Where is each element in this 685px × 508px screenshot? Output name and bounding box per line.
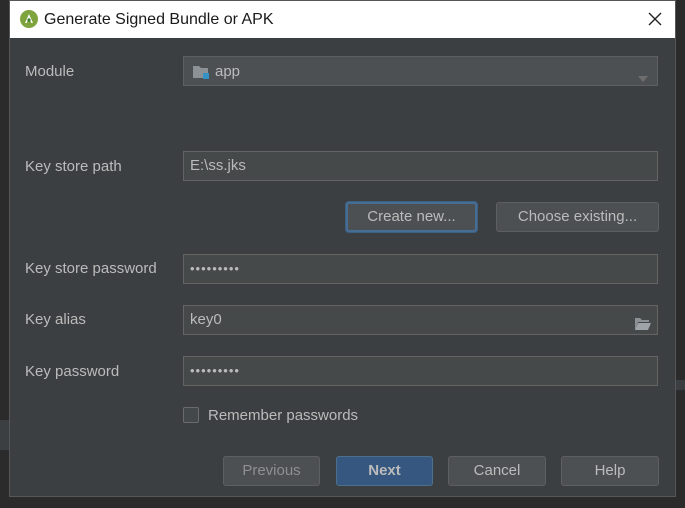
cancel-button[interactable]: Cancel — [448, 456, 546, 486]
module-dropdown[interactable]: app — [183, 56, 658, 86]
choose-existing-button[interactable]: Choose existing... — [496, 202, 659, 232]
module-label: Module — [25, 63, 75, 80]
create-new-button[interactable]: Create new... — [346, 202, 477, 232]
choose-existing-button-label: Choose existing... — [517, 208, 638, 225]
key-store-password-label: Key store password — [25, 260, 157, 277]
cancel-button-label: Cancel — [473, 462, 521, 479]
background-window-strip — [676, 380, 685, 390]
background-window-strip — [0, 420, 9, 450]
folder-open-icon[interactable] — [634, 313, 652, 341]
generate-signed-apk-dialog: Generate Signed Bundle or APK Module app… — [9, 0, 676, 497]
close-icon[interactable] — [645, 9, 665, 29]
key-store-password-input[interactable]: ••••••••• — [183, 254, 658, 284]
dialog-title-bar: Generate Signed Bundle or APK — [10, 1, 675, 38]
key-alias-value: key0 — [190, 311, 222, 328]
module-folder-icon — [192, 64, 210, 84]
help-button-label: Help — [594, 462, 626, 479]
create-new-button-label: Create new... — [367, 208, 456, 225]
key-store-path-input[interactable]: E:\ss.jks — [183, 151, 658, 181]
module-value: app — [215, 63, 241, 80]
next-button-label: Next — [368, 462, 401, 479]
key-alias-input[interactable]: key0 — [183, 305, 658, 335]
previous-button-label: Previous — [242, 462, 301, 479]
android-studio-icon — [20, 10, 38, 28]
key-alias-label: Key alias — [25, 311, 86, 328]
chevron-down-icon — [638, 69, 648, 86]
next-button[interactable]: Next — [336, 456, 433, 486]
key-password-label: Key password — [25, 363, 120, 380]
previous-button[interactable]: Previous — [223, 456, 320, 486]
help-button[interactable]: Help — [561, 456, 659, 486]
key-password-input[interactable]: ••••••••• — [183, 356, 658, 386]
remember-passwords-checkbox[interactable] — [183, 407, 199, 423]
remember-passwords-label[interactable]: Remember passwords — [208, 406, 358, 426]
dialog-title: Generate Signed Bundle or APK — [44, 11, 274, 28]
key-store-path-label: Key store path — [25, 158, 122, 175]
